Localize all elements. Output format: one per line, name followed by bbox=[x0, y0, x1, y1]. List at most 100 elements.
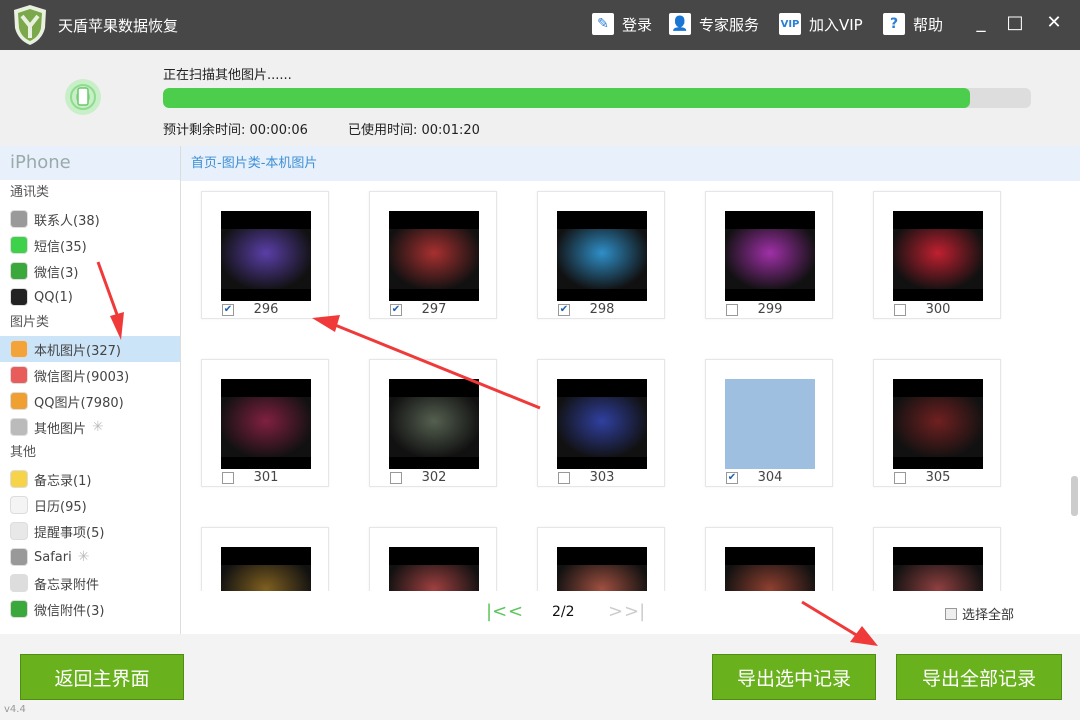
last-page-button[interactable]: >| bbox=[624, 601, 645, 622]
photo-number: 297 bbox=[421, 302, 447, 317]
sidebar-category: 其他 bbox=[10, 445, 37, 460]
photo-tile[interactable]: ✔ 298 bbox=[537, 191, 665, 319]
photo-number: 298 bbox=[589, 302, 615, 317]
photo-tile[interactable]: 301 bbox=[201, 359, 329, 487]
photo-number: 303 bbox=[589, 470, 615, 485]
title-bar: 天盾苹果数据恢复 ✎ 登录 👤 专家服务 VIP 加入VIP ? 帮助 _ □ ✕ bbox=[0, 0, 1080, 50]
sidebar-item[interactable]: 联系人(38) bbox=[0, 206, 180, 232]
photo-thumbnail[interactable] bbox=[893, 379, 983, 469]
category-icon bbox=[10, 548, 28, 566]
first-page-button[interactable]: |< bbox=[486, 601, 507, 622]
photo-number: 296 bbox=[253, 302, 279, 317]
expert-service-button[interactable]: 👤 专家服务 bbox=[669, 13, 759, 35]
photo-thumbnail[interactable] bbox=[389, 211, 479, 301]
elapsed-time: 已使用时间: 00:01:20 bbox=[348, 123, 480, 138]
help-button[interactable]: ? 帮助 bbox=[883, 13, 943, 35]
photo-tile[interactable]: 305 bbox=[873, 359, 1001, 487]
category-icon bbox=[10, 392, 28, 410]
minimize-button[interactable]: _ bbox=[969, 12, 993, 33]
prev-page-button[interactable]: < bbox=[508, 601, 523, 622]
photo-tile[interactable] bbox=[537, 527, 665, 591]
photo-thumbnail[interactable] bbox=[893, 547, 983, 591]
category-icon bbox=[10, 418, 28, 436]
category-icon bbox=[10, 288, 28, 306]
next-page-button[interactable]: > bbox=[608, 601, 623, 622]
scan-status: 正在扫描其他图片...... bbox=[163, 68, 292, 83]
sidebar-item[interactable]: 微信附件(3) bbox=[0, 596, 180, 622]
photo-tile[interactable]: 302 bbox=[369, 359, 497, 487]
join-vip-button[interactable]: VIP 加入VIP bbox=[779, 13, 863, 35]
photo-gallery: ✔ 296 ✔ 297 ✔ 298 299 300 301 302 303 ✔ 304 305 bbox=[181, 181, 1070, 591]
sidebar-item[interactable]: 备忘录(1) bbox=[0, 466, 180, 492]
sidebar-item[interactable]: 本机图片(327) bbox=[0, 336, 180, 362]
shield-logo-icon bbox=[14, 5, 46, 45]
photo-tile[interactable]: 300 bbox=[873, 191, 1001, 319]
photo-tile[interactable]: 299 bbox=[705, 191, 833, 319]
sidebar-item[interactable]: Safari ✳ bbox=[0, 544, 180, 570]
scan-progress-bar bbox=[163, 88, 1031, 108]
photo-tile[interactable] bbox=[873, 527, 1001, 591]
photo-thumbnail[interactable] bbox=[221, 379, 311, 469]
photo-tile[interactable] bbox=[705, 527, 833, 591]
category-icon bbox=[10, 600, 28, 618]
scrollbar[interactable] bbox=[1071, 476, 1078, 516]
category-icon bbox=[10, 340, 28, 358]
breadcrumb: 首页-图片类-本机图片 bbox=[181, 146, 1080, 181]
sidebar-item[interactable]: 微信图片(9003) bbox=[0, 362, 180, 388]
category-icon bbox=[10, 236, 28, 254]
photo-thumbnail[interactable] bbox=[221, 211, 311, 301]
category-icon bbox=[10, 366, 28, 384]
export-all-button[interactable]: 导出全部记录 bbox=[896, 654, 1062, 700]
person-icon: 👤 bbox=[669, 13, 691, 35]
photo-thumbnail[interactable] bbox=[389, 379, 479, 469]
export-selected-button[interactable]: 导出选中记录 bbox=[712, 654, 876, 700]
photo-tile[interactable] bbox=[369, 527, 497, 591]
photo-thumbnail[interactable] bbox=[557, 211, 647, 301]
photo-tile[interactable]: 303 bbox=[537, 359, 665, 487]
sidebar-item[interactable]: 短信(35) bbox=[0, 232, 180, 258]
sidebar-item[interactable]: 备忘录附件 bbox=[0, 570, 180, 596]
sidebar-item[interactable]: 日历(95) bbox=[0, 492, 180, 518]
select-all-checkbox[interactable]: 选择全部 bbox=[945, 604, 1014, 623]
photo-thumbnail[interactable] bbox=[557, 547, 647, 591]
photo-thumbnail[interactable] bbox=[893, 211, 983, 301]
sidebar-item[interactable]: 其他图片 ✳ bbox=[0, 414, 180, 440]
category-icon bbox=[10, 496, 28, 514]
category-icon bbox=[10, 262, 28, 280]
login-button[interactable]: ✎ 登录 bbox=[592, 13, 652, 35]
category-icon bbox=[10, 574, 28, 592]
sidebar-item[interactable]: QQ(1) bbox=[0, 284, 180, 310]
vip-icon: VIP bbox=[779, 13, 801, 35]
photo-tile[interactable]: ✔ 296 bbox=[201, 191, 329, 319]
sidebar-item[interactable]: 提醒事项(5) bbox=[0, 518, 180, 544]
radar-phone-icon bbox=[65, 79, 101, 115]
photo-number: 299 bbox=[757, 302, 783, 317]
app-title: 天盾苹果数据恢复 bbox=[58, 17, 179, 35]
photo-tile[interactable]: ✔ 297 bbox=[369, 191, 497, 319]
photo-number: 302 bbox=[421, 470, 447, 485]
pagination: |< < 2/2 > >| 选择全部 bbox=[181, 591, 1080, 634]
sidebar-item[interactable]: 微信(3) bbox=[0, 258, 180, 284]
photo-thumbnail[interactable] bbox=[725, 547, 815, 591]
category-icon bbox=[10, 522, 28, 540]
close-button[interactable]: ✕ bbox=[1042, 12, 1066, 33]
photo-thumbnail[interactable] bbox=[725, 211, 815, 301]
photo-thumbnail[interactable] bbox=[389, 547, 479, 591]
photo-thumbnail[interactable] bbox=[221, 547, 311, 591]
photo-tile[interactable]: ✔ 304 bbox=[705, 359, 833, 487]
photo-thumbnail[interactable] bbox=[557, 379, 647, 469]
help-icon: ? bbox=[883, 13, 905, 35]
photo-number: 300 bbox=[925, 302, 951, 317]
sidebar-item[interactable]: QQ图片(7980) bbox=[0, 388, 180, 414]
sidebar-category: 图片类 bbox=[10, 315, 50, 330]
back-to-main-button[interactable]: 返回主界面 bbox=[20, 654, 184, 700]
photo-thumbnail[interactable] bbox=[725, 379, 815, 469]
category-icon bbox=[10, 470, 28, 488]
checkbox[interactable] bbox=[945, 607, 957, 620]
photo-number: 304 bbox=[757, 470, 783, 485]
photo-tile[interactable] bbox=[201, 527, 329, 591]
page-indicator: 2/2 bbox=[552, 604, 575, 620]
loading-spinner-icon: ✳ bbox=[92, 419, 104, 435]
maximize-button[interactable]: □ bbox=[1003, 12, 1027, 33]
remaining-time: 预计剩余时间: 00:00:06 bbox=[163, 123, 308, 138]
